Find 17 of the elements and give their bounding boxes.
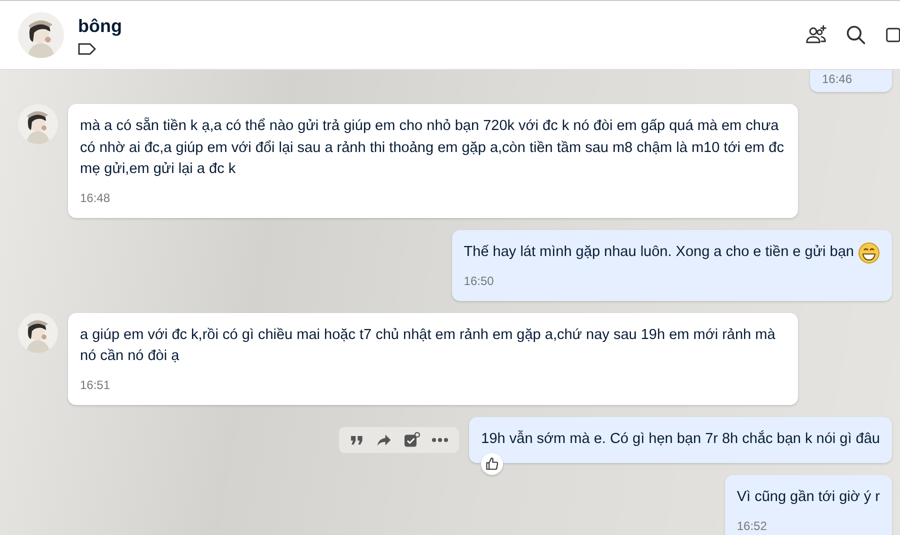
more-icon[interactable] xyxy=(431,436,450,442)
tag-icon[interactable] xyxy=(78,42,96,54)
thumbs-up-icon xyxy=(485,457,500,471)
message-time: 16:50 xyxy=(464,274,495,288)
message-time: 16:46 xyxy=(822,72,854,86)
task-check-icon[interactable] xyxy=(403,430,422,448)
search-button[interactable] xyxy=(844,23,868,47)
message-text: mà a có sẵn tiền k ạ,a có thể nào gửi trả giúp em cho nhỏ bạn 720k với đc k nó đòi em gấp quá mà em chưa có nhờ ai đc,a giúp em với đổi lại sau a rảnh thi thoảng em gặp a,còn tiền tầm sau m8 chậm là m10 tới em đc mẹ gửi,em gửi lại a đc k xyxy=(80,116,785,179)
message-text: Thế hay lát mình gặp nhau luôn. Xong a cho e tiền e gửi bạn xyxy=(464,242,854,262)
message-text: Vì cũng gần tới giờ ý r xyxy=(736,488,880,507)
message-text: 19h vẫn sớm mà e. Có gì hẹn bạn 7r 8h chắc bạn k nói gì đâu xyxy=(481,429,880,448)
like-reaction[interactable] xyxy=(481,453,504,475)
message-time: 16:48 xyxy=(80,190,112,204)
message-time: 16:52 xyxy=(736,518,768,532)
message-time: 16:51 xyxy=(80,378,112,392)
message-text: a giúp em với đc k,rồi có gì chiều mai hoặc t7 chủ nhật em rảnh em gặp a,chứ nay sau 19h em mới rảnh mà nó cần nó đòi ạ xyxy=(80,326,776,366)
contact-name: bông xyxy=(78,16,123,36)
